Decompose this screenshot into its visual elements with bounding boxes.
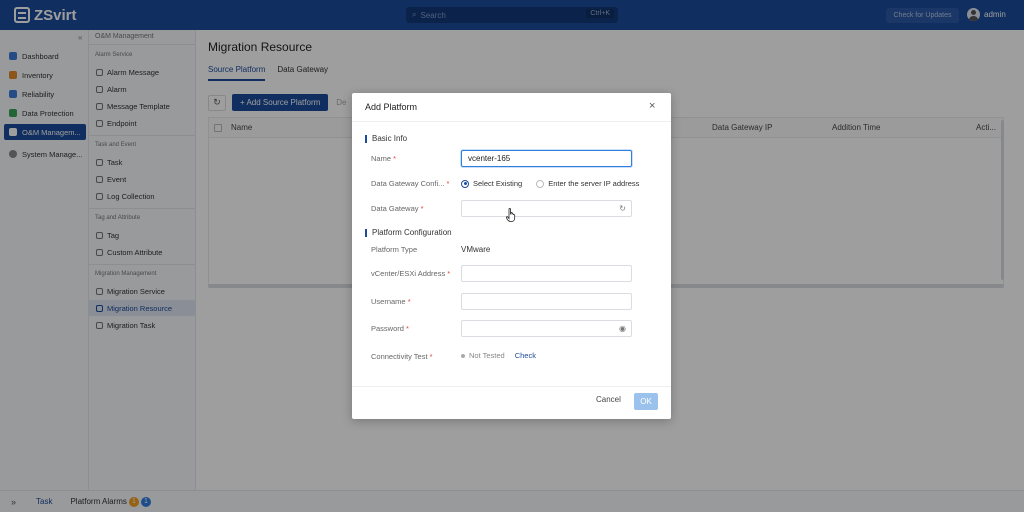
required-mark: *: [420, 204, 424, 213]
eye-icon[interactable]: ◉: [619, 324, 626, 333]
connectivity-test-row: Not Tested Check: [461, 351, 536, 360]
required-mark: *: [407, 297, 411, 306]
close-icon[interactable]: ×: [649, 100, 655, 112]
username-label: Username *: [371, 297, 411, 306]
connectivity-label: Connectivity Test *: [371, 352, 433, 361]
name-field-value: vcenter-165: [468, 154, 511, 163]
radio-select-existing-label[interactable]: Select Existing: [473, 179, 522, 188]
password-field[interactable]: ◉: [461, 320, 632, 337]
name-field[interactable]: vcenter-165: [461, 150, 632, 167]
add-platform-dialog: Add Platform × Basic Info Name * vcenter…: [352, 93, 671, 419]
radio-select-existing[interactable]: [461, 179, 469, 188]
connectivity-label-text: Connectivity Test: [371, 352, 428, 361]
platform-type-value: VMware: [461, 245, 491, 254]
radio-enter-ip-label[interactable]: Enter the server IP address: [548, 179, 639, 188]
required-mark: *: [447, 269, 451, 278]
platform-type-label: Platform Type: [371, 245, 418, 254]
username-label-text: Username: [371, 297, 406, 306]
gateway-config-label-text: Data Gateway Confi...: [371, 179, 445, 188]
password-label-text: Password: [371, 324, 404, 333]
radio-enter-ip[interactable]: [536, 179, 545, 188]
password-label: Password *: [371, 324, 409, 333]
hand-cursor-icon: [506, 208, 516, 222]
section-title: Basic Info: [372, 134, 408, 143]
section-basic-info: Basic Info: [365, 134, 407, 143]
gateway-config-label: Data Gateway Confi... *: [371, 179, 449, 188]
divider: [352, 386, 671, 387]
required-mark: *: [393, 154, 397, 163]
ok-button[interactable]: OK: [634, 393, 658, 410]
address-label-text: vCenter/ESXi Address: [371, 269, 446, 278]
address-label: vCenter/ESXi Address *: [371, 269, 450, 278]
required-mark: *: [446, 179, 450, 188]
section-platform-configuration: Platform Configuration: [365, 228, 452, 237]
required-mark: *: [406, 324, 409, 333]
refresh-gateway-icon[interactable]: ↻: [619, 204, 626, 213]
section-title: Platform Configuration: [372, 228, 452, 237]
connectivity-status: Not Tested: [469, 351, 505, 360]
address-field[interactable]: [461, 265, 632, 282]
status-dot-icon: [461, 353, 465, 358]
required-mark: *: [429, 352, 433, 361]
gateway-label: Data Gateway *: [371, 204, 424, 213]
check-link[interactable]: Check: [515, 351, 536, 360]
name-label-text: Name: [371, 154, 392, 163]
gateway-label-text: Data Gateway: [371, 204, 419, 213]
section-marker: [365, 228, 367, 237]
section-marker: [365, 134, 367, 143]
dialog-title: Add Platform: [365, 102, 418, 112]
divider: [352, 121, 671, 122]
data-gateway-select[interactable]: ↻: [461, 200, 632, 217]
gateway-config-radio-group: Select Existing Enter the server IP addr…: [461, 179, 639, 188]
username-field[interactable]: [461, 293, 632, 310]
cancel-button[interactable]: Cancel: [596, 395, 621, 404]
name-label: Name *: [371, 154, 396, 163]
